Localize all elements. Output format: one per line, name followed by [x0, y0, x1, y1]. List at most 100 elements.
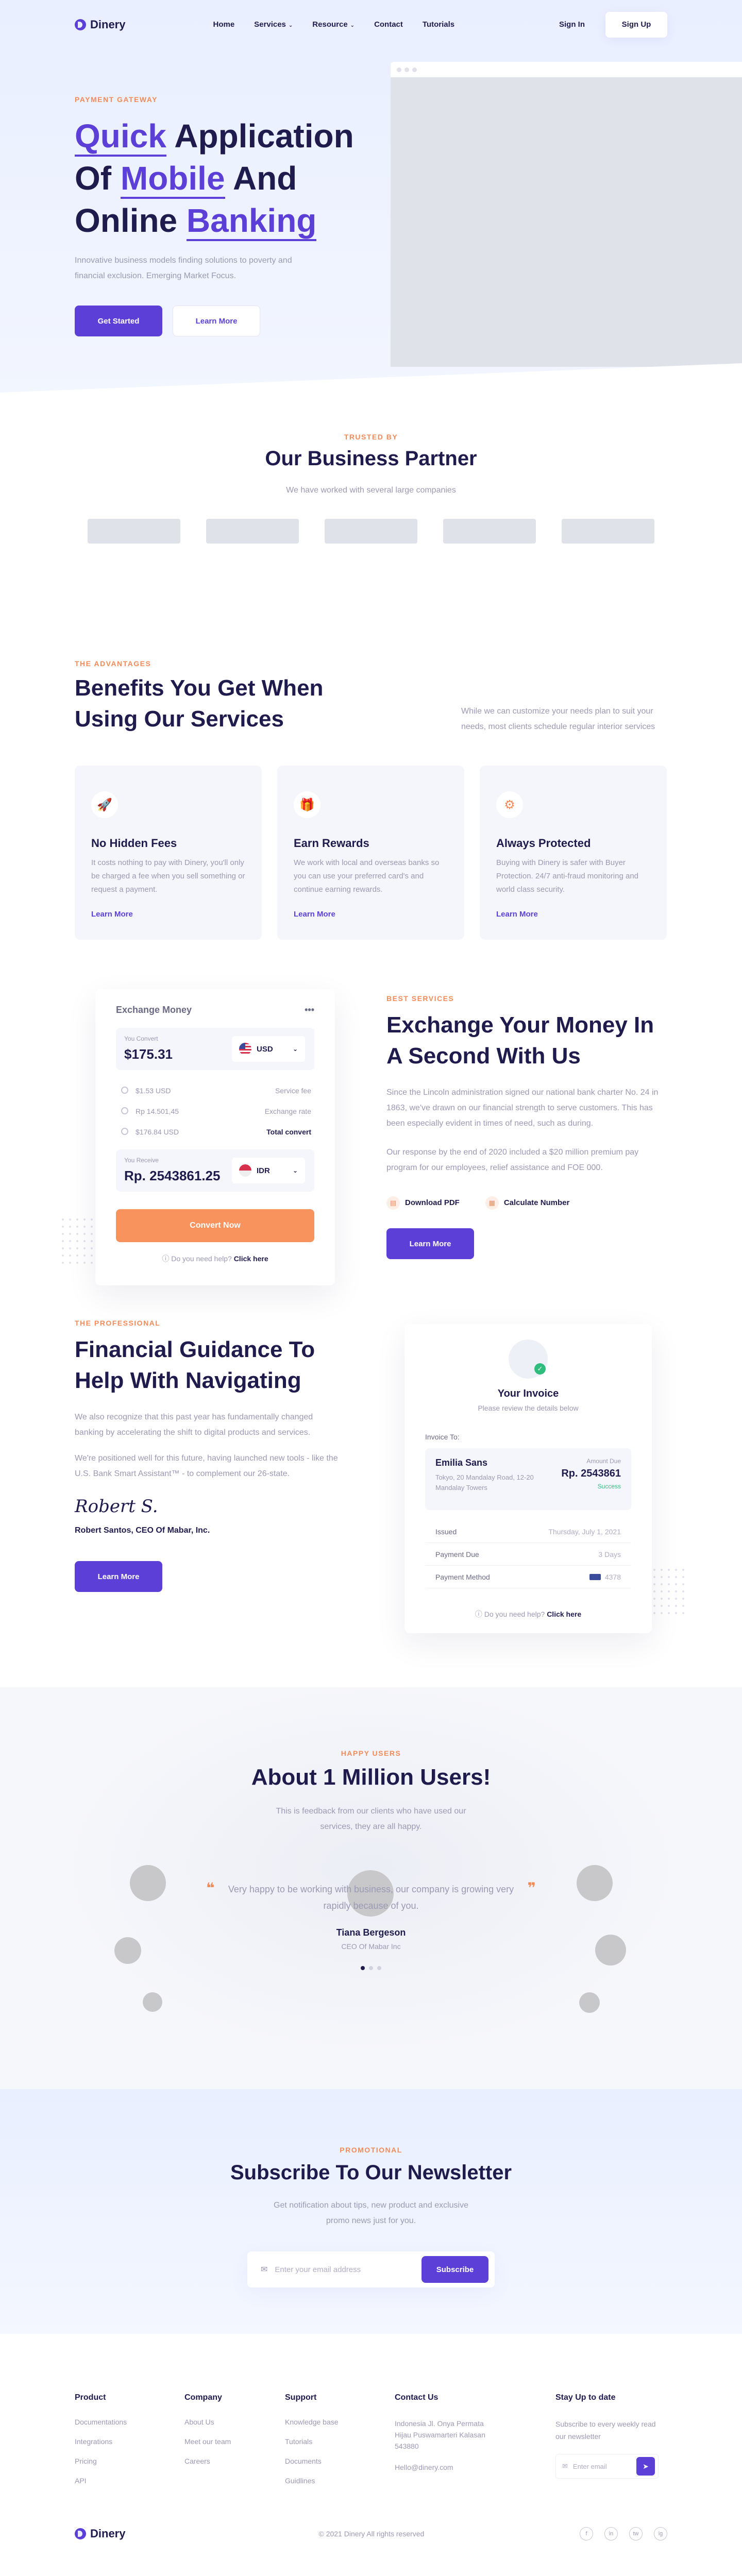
- nav-link-contact[interactable]: Contact: [374, 20, 403, 29]
- send-icon[interactable]: ➤: [636, 2457, 655, 2476]
- footer-col-title: Company: [184, 2393, 222, 2402]
- hero-title-quick: Quick: [75, 117, 166, 157]
- payment-method: 4378: [589, 1573, 621, 1581]
- hero-title: Quick Application Of Mobile And Online B…: [75, 115, 363, 242]
- footer-bottom: Dinery © 2021 Dinery All rights reserved…: [75, 2527, 667, 2540]
- exchange-learn-more-button[interactable]: Learn More: [386, 1228, 474, 1259]
- footer-email-input[interactable]: Enter email: [573, 2463, 607, 2470]
- calculator-icon: ▦: [485, 1196, 499, 1210]
- advantage-cards: 🚀 No Hidden Fees It costs nothing to pay…: [75, 766, 667, 940]
- footer-logo[interactable]: Dinery: [75, 2527, 125, 2540]
- carousel-dots: [75, 1966, 667, 1970]
- convert-currency: USD: [257, 1044, 273, 1054]
- logo-icon: [75, 2528, 86, 2539]
- facebook-icon[interactable]: f: [580, 2527, 593, 2540]
- info-icon: ⓘ: [475, 1610, 482, 1618]
- receive-currency: IDR: [257, 1166, 270, 1175]
- footer-col-title: Stay Up to date: [555, 2393, 616, 2402]
- get-started-button[interactable]: Get Started: [75, 306, 162, 336]
- signup-button[interactable]: Sign Up: [605, 11, 667, 38]
- guidance-learn-more-button[interactable]: Learn More: [75, 1561, 162, 1592]
- hero-title-part: Online: [75, 202, 187, 239]
- footer-link[interactable]: Meet our team: [184, 2437, 285, 2446]
- convert-currency-select[interactable]: USD ⌄: [232, 1036, 305, 1062]
- footer-col-product: Product Documentations Integrations Pric…: [75, 2393, 184, 2496]
- row-value: Thursday, July 1, 2021: [548, 1527, 621, 1536]
- advantages-title: Benefits You Get When Using Our Services: [75, 675, 324, 732]
- testimonial-quote: ❝ Very happy to be working with business…: [206, 1880, 536, 1914]
- nav-link-tutorials[interactable]: Tutorials: [423, 20, 454, 29]
- help-link[interactable]: Click here: [234, 1255, 268, 1263]
- footer-link[interactable]: Careers: [184, 2457, 285, 2465]
- nav-link-home[interactable]: Home: [213, 20, 234, 29]
- carousel-dot[interactable]: [377, 1966, 381, 1970]
- guidance-content: THE PROFESSIONAL Financial Guidance To H…: [75, 1319, 343, 1592]
- hero-learn-more-button[interactable]: Learn More: [173, 306, 260, 336]
- hero-title-part: And: [225, 160, 297, 197]
- client-address: Tokyo, 20 Mandalay Road, 12-20 Mandalay …: [435, 1473, 534, 1492]
- twitter-icon[interactable]: tw: [629, 2527, 643, 2540]
- footer-col-company: Company About Us Meet our team Careers: [184, 2393, 285, 2496]
- receive-currency-select[interactable]: IDR ⌄: [232, 1158, 305, 1183]
- avatar: [143, 1992, 162, 2012]
- quote-open-icon: ❝: [206, 1880, 215, 1896]
- footer-email-link[interactable]: Hello@dinery.com: [395, 2463, 555, 2471]
- exchange-card-header: Exchange Money •••: [116, 1005, 314, 1015]
- footer-subscribe-form[interactable]: ✉ Enter email ➤: [555, 2454, 659, 2479]
- footer-col-title: Support: [285, 2393, 317, 2402]
- footer-link[interactable]: Documents: [285, 2457, 395, 2465]
- help-link[interactable]: Click here: [547, 1610, 581, 1618]
- invoice-row: Payment Method 4378: [425, 1566, 631, 1588]
- guidance-title: Financial Guidance To Help With Navigati…: [75, 1337, 315, 1393]
- hero-app-preview: [391, 62, 742, 367]
- convert-now-button[interactable]: Convert Now: [116, 1209, 314, 1242]
- subscribe-button[interactable]: Subscribe: [421, 2256, 488, 2283]
- advantage-learn-more-link[interactable]: Learn More: [294, 910, 335, 919]
- copyright: © 2021 Dinery All rights reserved: [318, 2530, 425, 2538]
- indonesia-flag-icon: [239, 1164, 251, 1177]
- advantage-learn-more-link[interactable]: Learn More: [496, 910, 538, 919]
- footer-link[interactable]: Tutorials: [285, 2437, 395, 2446]
- footer-address: Indonesia Jl. Onya Permata Hijau Puswama…: [395, 2419, 485, 2450]
- download-pdf-link[interactable]: ▤ Download PDF: [386, 1196, 460, 1210]
- hero-buttons: Get Started Learn More: [75, 306, 363, 336]
- footer-link[interactable]: Pricing: [75, 2457, 184, 2465]
- brand-logo[interactable]: Dinery: [75, 18, 125, 31]
- footer-link[interactable]: Integrations: [75, 2437, 184, 2446]
- amount-due: Amount Due Rp. 2543861 Success: [561, 1458, 621, 1490]
- exchange-detail-row: $176.84 USD Total convert: [116, 1122, 314, 1142]
- signin-link[interactable]: Sign In: [559, 20, 585, 29]
- footer-link[interactable]: Documentations: [75, 2418, 184, 2426]
- advantage-learn-more-link[interactable]: Learn More: [91, 910, 133, 919]
- testimonials-section: HAPPY USERS About 1 Million Users! This …: [0, 1687, 742, 2089]
- more-options-icon[interactable]: •••: [305, 1005, 314, 1015]
- pdf-icon: ▤: [386, 1196, 400, 1210]
- nav-link-services[interactable]: Services ⌄: [254, 20, 293, 29]
- footer-link[interactable]: Guidlines: [285, 2477, 395, 2485]
- receive-field[interactable]: You Receive Rp. 2543861.25 IDR ⌄: [116, 1149, 314, 1192]
- quote-text: Very happy to be working with business, …: [228, 1884, 514, 1911]
- footer-col-support: Support Knowledge base Tutorials Documen…: [285, 2393, 395, 2496]
- instagram-icon[interactable]: ig: [654, 2527, 667, 2540]
- convert-field[interactable]: You Convert $175.31 USD ⌄: [116, 1028, 314, 1070]
- us-flag-icon: [239, 1043, 251, 1055]
- detail-label: Service fee: [275, 1087, 311, 1095]
- footer-link[interactable]: About Us: [184, 2418, 285, 2426]
- partners-section: TRUSTED BY Our Business Partner We have …: [0, 412, 742, 587]
- linkedin-icon[interactable]: in: [604, 2527, 618, 2540]
- chevron-down-icon: ⌄: [292, 1045, 298, 1053]
- guidance-paragraph: We're positioned well for this future, h…: [75, 1454, 338, 1478]
- nav-link-resource[interactable]: Resource ⌄: [312, 20, 355, 29]
- calculate-number-link[interactable]: ▦ Calculate Number: [485, 1196, 569, 1210]
- card-last-digits: 4378: [604, 1572, 621, 1581]
- carousel-dot[interactable]: [369, 1966, 373, 1970]
- footer-link[interactable]: Knowledge base: [285, 2418, 395, 2426]
- partner-logo: [88, 519, 180, 544]
- mail-icon: ✉: [261, 2265, 268, 2274]
- carousel-dot[interactable]: [361, 1966, 365, 1970]
- nav-services-label: Services: [254, 20, 286, 29]
- guidance-eyebrow: THE PROFESSIONAL: [75, 1319, 161, 1327]
- newsletter-email-input[interactable]: [275, 2265, 421, 2274]
- advantage-card: ⚙ Always Protected Buying with Dinery is…: [480, 766, 667, 940]
- footer-link[interactable]: API: [75, 2477, 184, 2485]
